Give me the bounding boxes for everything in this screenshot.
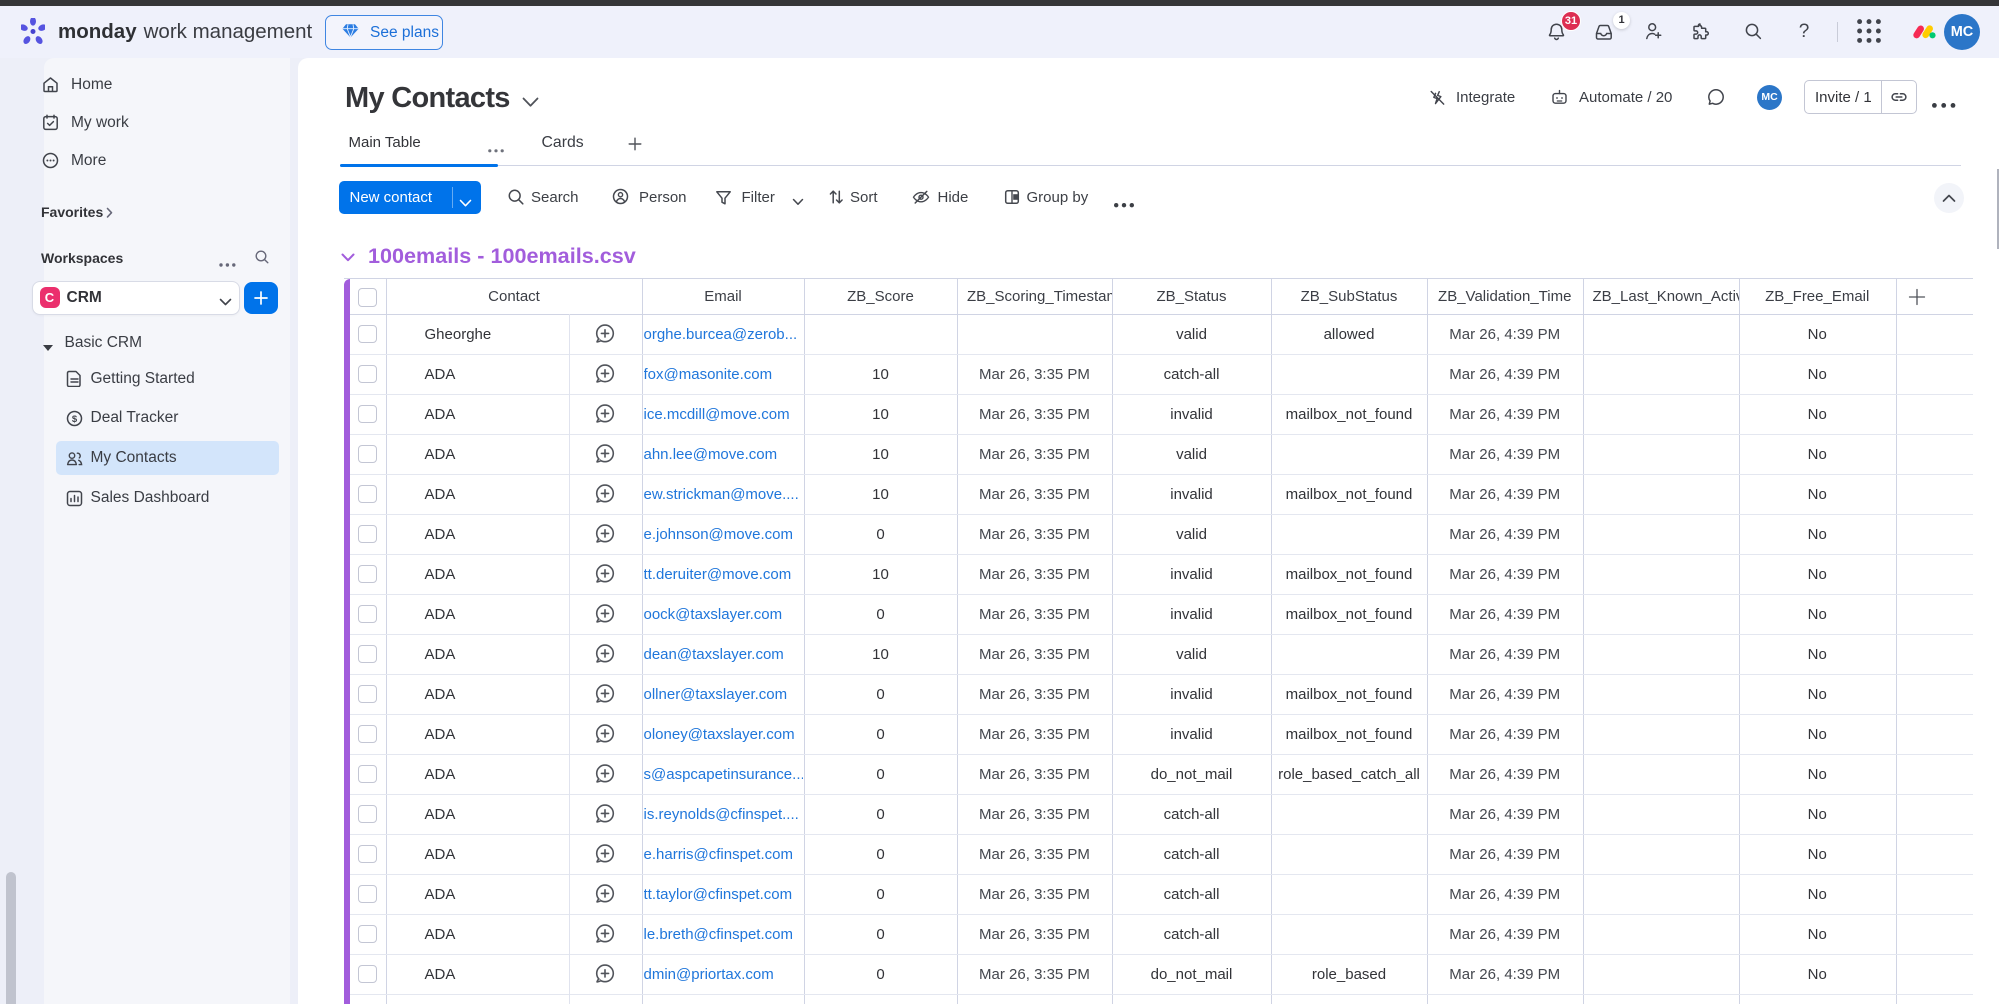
svg-text:$: $ [72,414,78,425]
